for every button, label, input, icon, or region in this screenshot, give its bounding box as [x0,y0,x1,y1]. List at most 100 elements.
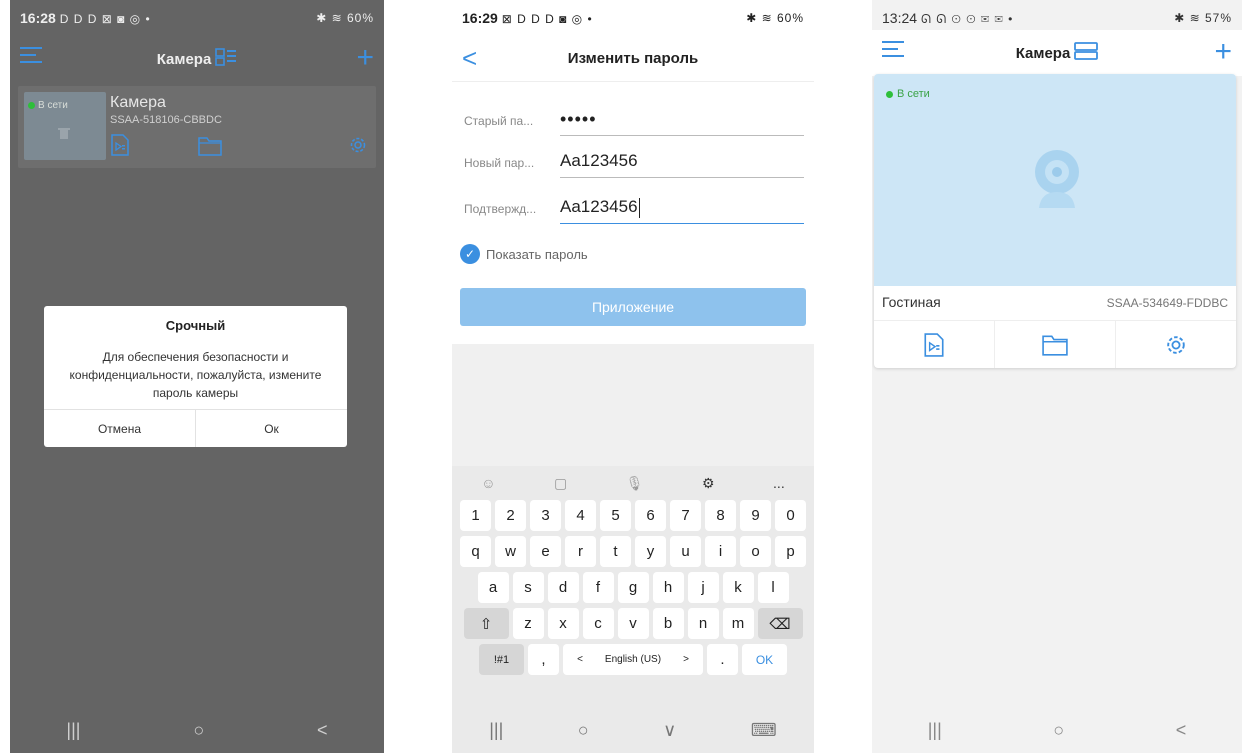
key[interactable]: a [477,572,509,603]
camera-card[interactable]: В сети Камера SSAA-518106-CBBDC [18,86,376,168]
ok-button[interactable]: Ок [195,410,347,447]
status-notification-icons: ᘏ ᘏ ⊙ ⊙ ✉ ✉ • [920,11,1014,26]
key[interactable]: y [635,536,666,567]
menu-icon[interactable] [20,46,42,69]
key[interactable]: 5 [600,500,631,531]
key[interactable]: e [530,536,561,567]
key[interactable]: z [512,608,544,639]
key[interactable]: 0 [775,500,806,531]
key[interactable]: t [600,536,631,567]
show-password-toggle[interactable]: ✓ Показать пароль [460,244,588,264]
camera-thumbnail[interactable]: В сети [24,92,106,160]
key[interactable]: g [617,572,649,603]
key[interactable]: r [565,536,596,567]
key[interactable]: 2 [495,500,526,531]
keyboard-switch-icon[interactable]: ⌨ [751,720,777,741]
key[interactable]: m [722,608,754,639]
key[interactable]: 1 [460,500,491,531]
sticker-icon[interactable]: ▢ [554,475,567,492]
camera-preview[interactable]: В сети [874,74,1236,286]
new-password-input[interactable]: Aa123456 [560,146,804,178]
keyboard-settings-icon[interactable]: ⚙ [702,475,715,492]
keyboard-toolbar: ☺ ▢ 🎙 ⚙ ... [452,466,814,500]
key[interactable]: i [705,536,736,567]
backspace-key[interactable]: ⌫ [757,608,803,639]
key[interactable]: u [670,536,701,567]
key[interactable]: 8 [705,500,736,531]
grid-view-icon[interactable] [215,47,237,71]
key[interactable]: p [775,536,806,567]
folder-icon [1042,335,1068,356]
key[interactable]: b [652,608,684,639]
page-title: Изменить пароль [567,50,699,67]
apply-button[interactable]: Приложение [460,288,806,326]
playback-button[interactable] [874,321,994,368]
keyboard-row-3: ⇧ z x c v b n m ⌫ [452,608,814,639]
folder-icon[interactable] [198,136,222,156]
files-button[interactable] [994,321,1115,368]
back-button[interactable]: < [317,720,328,741]
camera-name: Гостиная [882,294,941,310]
more-icon[interactable]: ... [773,475,785,491]
shift-key[interactable]: ⇧ [463,608,509,639]
confirm-password-input[interactable]: Aa123456 [560,192,804,224]
status-bar: 16:28 D D D ⊠ ◙ ◎ • ✱ ≋ 60% [10,0,384,36]
menu-icon[interactable] [882,40,904,63]
key[interactable]: c [582,608,614,639]
list-view-icon[interactable] [1074,41,1099,65]
urgent-dialog: Срочный Для обеспечения безопасности и к… [44,306,347,447]
key[interactable]: v [617,608,649,639]
add-camera-icon[interactable]: + [1214,34,1232,70]
back-arrow-icon[interactable]: < [462,40,477,76]
recent-apps-button[interactable]: ||| [489,720,503,741]
status-time: 16:28 [20,10,56,26]
hide-keyboard-button[interactable]: ∨ [663,720,676,741]
key[interactable]: x [547,608,579,639]
key[interactable]: k [722,572,754,603]
key[interactable]: h [652,572,684,603]
microphone-icon[interactable]: 🎙 [626,475,644,492]
recent-apps-button[interactable]: ||| [928,720,942,741]
key[interactable]: s [512,572,544,603]
key[interactable]: l [757,572,789,603]
key[interactable]: n [687,608,719,639]
back-button[interactable]: < [1176,720,1187,741]
key[interactable]: w [495,536,526,567]
phone-screen-change-password: 16:29 ⊠ D D D ◙ ◎ • ✱ ≋ 60% < Изменить п… [452,0,814,753]
key[interactable]: d [547,572,579,603]
status-battery: ✱ ≋ 57% [1174,11,1232,25]
key[interactable]: 4 [565,500,596,531]
comma-key[interactable]: , [528,644,559,675]
emoji-icon[interactable]: ☺ [481,475,495,491]
key[interactable]: 7 [670,500,701,531]
key[interactable]: 3 [530,500,561,531]
old-password-input[interactable]: ••••• [560,104,804,136]
keyboard-row-numbers: 1 2 3 4 5 6 7 8 9 0 [452,500,814,531]
cancel-button[interactable]: Отмена [44,410,195,447]
recent-apps-button[interactable]: ||| [66,720,80,741]
home-button[interactable]: ○ [578,720,589,741]
key[interactable]: j [687,572,719,603]
key[interactable]: q [460,536,491,567]
symbols-key[interactable]: !#1 [479,644,524,675]
key[interactable]: 9 [740,500,771,531]
key[interactable]: 6 [635,500,666,531]
camera-card[interactable]: В сети Гостиная SSAA-534649-FDDBC [874,74,1236,368]
status-notification-icons: D D D ⊠ ◙ ◎ • [59,12,151,26]
ok-key[interactable]: OK [742,644,787,675]
add-camera-icon[interactable]: + [356,40,374,76]
phone-screen-alert: 16:28 D D D ⊠ ◙ ◎ • ✱ ≋ 60% Камера + В с… [10,0,384,753]
space-key[interactable]: < English (US) > [563,644,703,675]
camera-id: SSAA-518106-CBBDC [110,114,222,126]
playback-icon[interactable] [110,134,130,156]
dialog-title: Срочный [165,318,226,333]
period-key[interactable]: . [707,644,738,675]
home-button[interactable]: ○ [193,720,204,741]
online-status: В сети [28,100,68,111]
key[interactable]: o [740,536,771,567]
key[interactable]: f [582,572,614,603]
settings-gear-icon[interactable] [348,135,368,155]
home-button[interactable]: ○ [1053,720,1064,741]
settings-button[interactable] [1115,321,1236,368]
language-prev-icon: < [577,654,583,665]
